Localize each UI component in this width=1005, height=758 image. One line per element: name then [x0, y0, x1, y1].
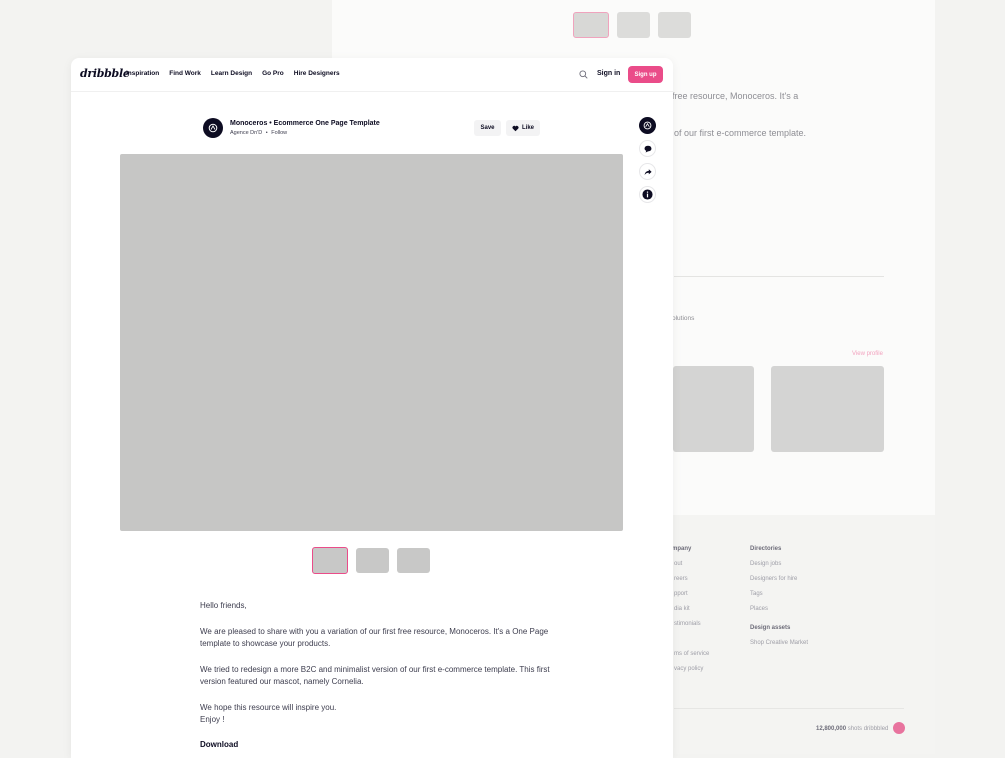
nav-link-find-work[interactable]: Find Work: [169, 70, 201, 77]
thumbnail-3[interactable]: [397, 548, 430, 573]
bg-description-line: free resource, Monoceros. It's a: [672, 91, 799, 101]
bg-solutions-text: olutions: [672, 315, 695, 322]
top-nav: dribbble Inspiration Find Work Learn Des…: [71, 58, 673, 92]
like-label: Like: [521, 125, 534, 131]
bg-footer-heading-directories: Directories: [750, 546, 782, 552]
bg-description-line: of our first e-commerce template.: [674, 128, 807, 138]
bg-footer-link[interactable]: Places: [750, 606, 768, 612]
side-action-rail: [639, 117, 657, 209]
sign-in-link[interactable]: Sign in: [597, 70, 620, 77]
shot-image[interactable]: [120, 154, 623, 531]
bg-footer-link[interactable]: Shop Creative Market: [750, 640, 808, 646]
sign-up-button[interactable]: Sign up: [628, 66, 663, 83]
download-heading: Download: [200, 739, 239, 749]
bg-footer-link[interactable]: pport: [674, 591, 688, 597]
share-arrow-icon: [644, 168, 652, 175]
bg-footer-link[interactable]: Design jobs: [750, 561, 781, 567]
nav-link-learn-design[interactable]: Learn Design: [211, 70, 252, 77]
description-paragraph: Hello friends,: [200, 601, 247, 610]
byline-separator: •: [265, 130, 268, 136]
nav-link-go-pro[interactable]: Go Pro: [262, 70, 284, 77]
bg-view-profile-link[interactable]: View profile: [852, 351, 883, 357]
share-button[interactable]: [639, 163, 656, 180]
info-button[interactable]: [639, 186, 656, 203]
dribbble-logo[interactable]: dribbble: [80, 67, 130, 80]
thumbnail-strip: [312, 547, 430, 574]
save-button[interactable]: Save: [474, 120, 501, 136]
avatar[interactable]: [203, 118, 223, 138]
description-line: Enjoy !: [200, 715, 225, 724]
bg-thumbnail[interactable]: [658, 12, 691, 38]
description-line: We hope this resource will inspire you.: [200, 702, 337, 712]
bg-shots-count: 12,800,000 shots dribbbled: [816, 726, 888, 732]
description-paragraph: We hope this resource will inspire you. …: [200, 702, 560, 727]
bg-footer-link[interactable]: reers: [674, 576, 688, 582]
bg-footer-link[interactable]: stimonials: [674, 621, 701, 627]
bg-footer-link[interactable]: vacy policy: [674, 666, 703, 672]
bg-thumbnail[interactable]: [617, 12, 650, 38]
nav-link-hire-designers[interactable]: Hire Designers: [294, 70, 340, 77]
agency-logo-icon: [208, 123, 218, 133]
shot-title: Monoceros • Ecommerce One Page Template: [230, 120, 380, 127]
nav-links: Inspiration Find Work Learn Design Go Pr…: [126, 70, 340, 77]
agency-logo-icon: [643, 121, 652, 130]
author-link[interactable]: Agence Dn'D: [230, 130, 262, 136]
bg-footer-link[interactable]: dia kit: [674, 606, 690, 612]
like-button[interactable]: Like: [506, 120, 540, 136]
bg-thumbnail[interactable]: [573, 12, 609, 38]
bg-divider: [674, 276, 884, 277]
thumbnail-1[interactable]: [312, 547, 348, 574]
bg-shots-count-label: shots dribbbled: [847, 726, 889, 732]
description-paragraph: We tried to redesign a more B2C and mini…: [200, 664, 550, 687]
bg-thumbnail-strip: [573, 12, 691, 38]
bg-footer-link[interactable]: out: [674, 561, 682, 567]
comments-button[interactable]: [639, 140, 656, 157]
thumbnail-2[interactable]: [356, 548, 389, 573]
info-icon: [642, 189, 653, 200]
bg-dribbble-ball-icon[interactable]: [893, 722, 905, 734]
shot-byline: Agence Dn'D • Follow: [230, 130, 287, 136]
bg-shot-card[interactable]: [673, 366, 754, 452]
shot-header: Monoceros • Ecommerce One Page Template …: [203, 118, 541, 140]
description-paragraph: We are pleased to share with you a varia…: [200, 626, 549, 649]
shot-modal: dribbble Inspiration Find Work Learn Des…: [71, 58, 673, 758]
bg-footer-heading-assets: Design assets: [750, 625, 791, 631]
search-icon[interactable]: [579, 70, 588, 79]
bg-footer-link[interactable]: Tags: [750, 591, 763, 597]
bg-shots-count-number: 12,800,000: [816, 726, 847, 732]
heart-icon: [512, 125, 519, 131]
comment-icon: [644, 145, 651, 153]
shot-description: Hello friends, We are pleased to share w…: [200, 600, 560, 751]
bg-footer-heading-company: mpany: [672, 546, 692, 552]
follow-link[interactable]: Follow: [271, 130, 287, 136]
nav-link-inspiration[interactable]: Inspiration: [126, 70, 159, 77]
bg-footer-divider: [674, 708, 904, 709]
bg-footer-link[interactable]: ms of service: [674, 651, 709, 657]
bg-footer-link[interactable]: Designers for hire: [750, 576, 797, 582]
designer-profile-button[interactable]: [639, 117, 656, 134]
bg-shot-card[interactable]: [771, 366, 884, 452]
